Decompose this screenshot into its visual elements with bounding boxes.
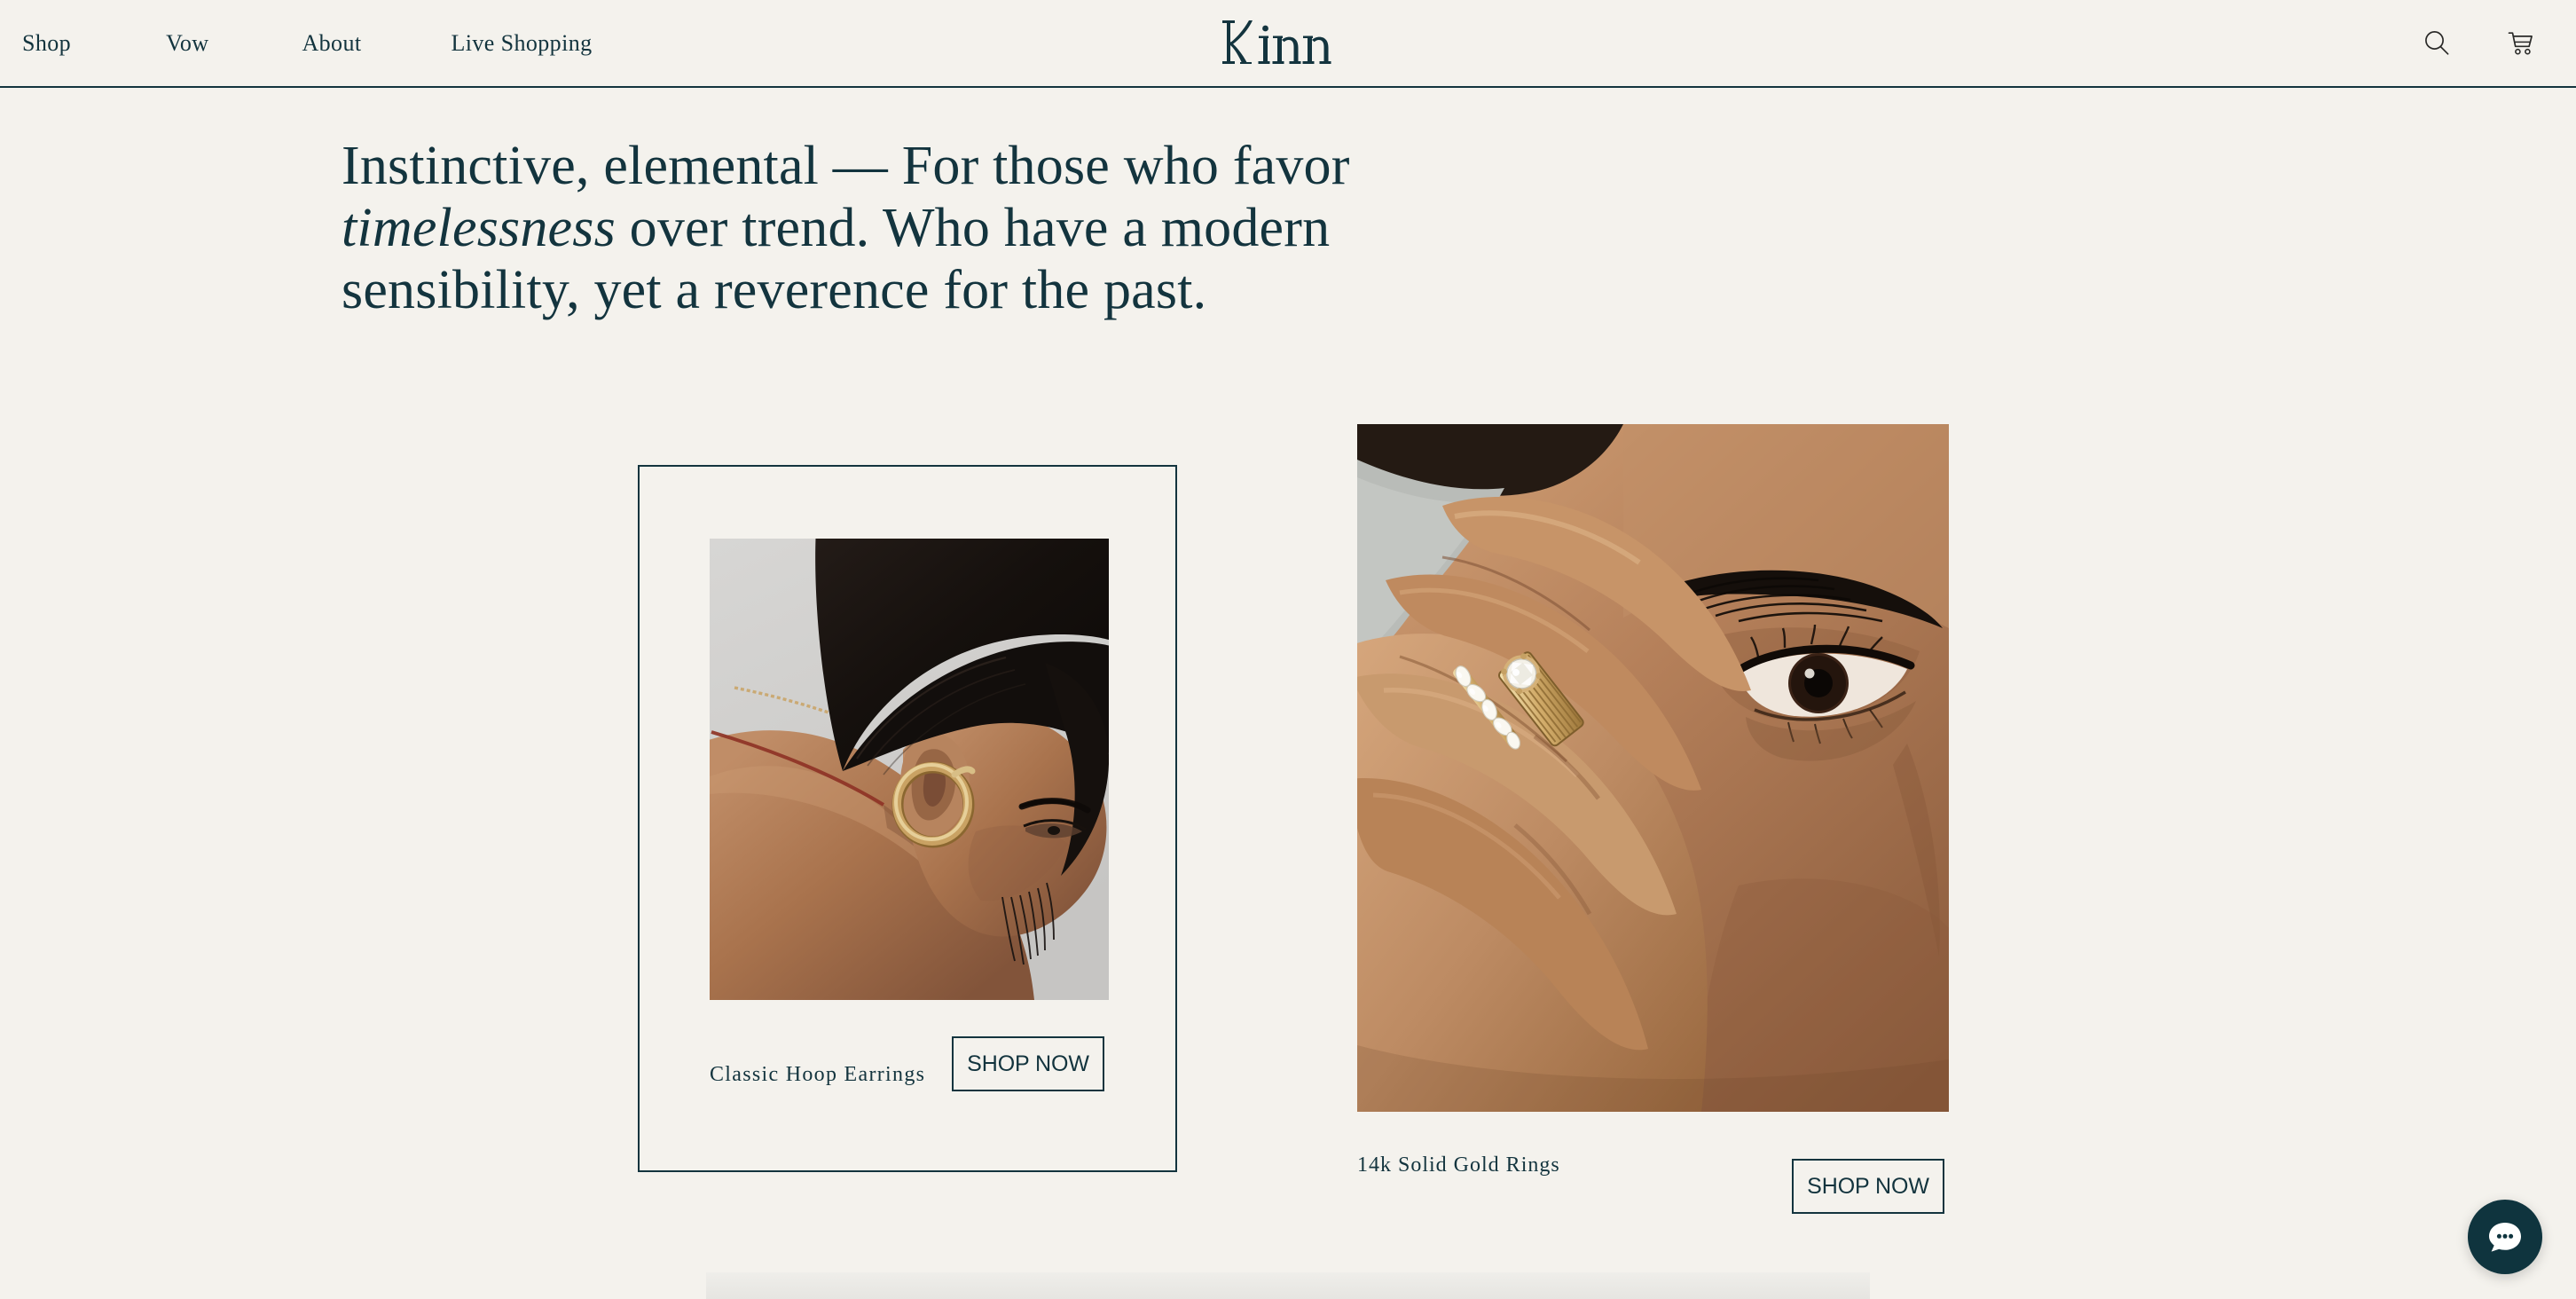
header-actions: Search Cart (2422, 28, 2537, 59)
nav-item-about[interactable]: About (302, 30, 361, 57)
hero-emphasis-timelessness: timelessness (342, 198, 616, 258)
hero-line-3: sensibility, yet a reverence for the pas… (342, 260, 1207, 320)
shop-now-button-classic-hoop-earrings[interactable]: SHOP NOW (952, 1036, 1104, 1091)
chat-launcher-button[interactable]: Open chat (2468, 1200, 2542, 1274)
gold-rings-photo-illustration (1357, 424, 1949, 1112)
nav-item-live-shopping[interactable]: Live Shopping (451, 30, 592, 57)
hero-statement: Instinctive, elemental — For those who f… (342, 135, 1512, 321)
shop-now-button-14k-solid-gold-rings[interactable]: SHOP NOW (1792, 1159, 1944, 1214)
hero-line-1b: For those who favor (901, 136, 1350, 196)
site-header: Shop Vow About Live Shopping Kinn (0, 0, 2576, 88)
brand-logo-kinn[interactable]: Kinn (1221, 16, 1355, 71)
nav-item-shop[interactable]: Shop (22, 30, 71, 57)
hoop-earring-photo-illustration (710, 539, 1109, 1000)
search-icon (2425, 30, 2449, 55)
hero-em-dash: — (832, 136, 902, 196)
product-image-classic-hoop-earrings: Woman leaning over, gold hoop earring on… (710, 539, 1109, 1000)
cart-button[interactable]: Cart (2507, 29, 2537, 58)
chat-bubble-icon (2489, 1223, 2521, 1252)
product-image-14k-solid-gold-rings: Close up of a face with hand raised, sta… (1357, 424, 1949, 1112)
nav-item-vow[interactable]: Vow (166, 30, 208, 57)
primary-nav: Shop Vow About Live Shopping (18, 30, 593, 57)
cart-icon (2508, 31, 2533, 55)
next-section-peek (706, 1272, 1870, 1299)
hero-line-2: over trend. Who have a modern (615, 198, 1331, 258)
search-button[interactable]: Search (2422, 28, 2452, 59)
hero-line-1a: Instinctive, elemental (342, 136, 833, 196)
product-title-14k-solid-gold-rings: 14k Solid Gold Rings (1357, 1153, 1560, 1177)
kinn-wordmark-icon (1222, 20, 1331, 64)
product-title-classic-hoop-earrings: Classic Hoop Earrings (710, 1062, 926, 1086)
